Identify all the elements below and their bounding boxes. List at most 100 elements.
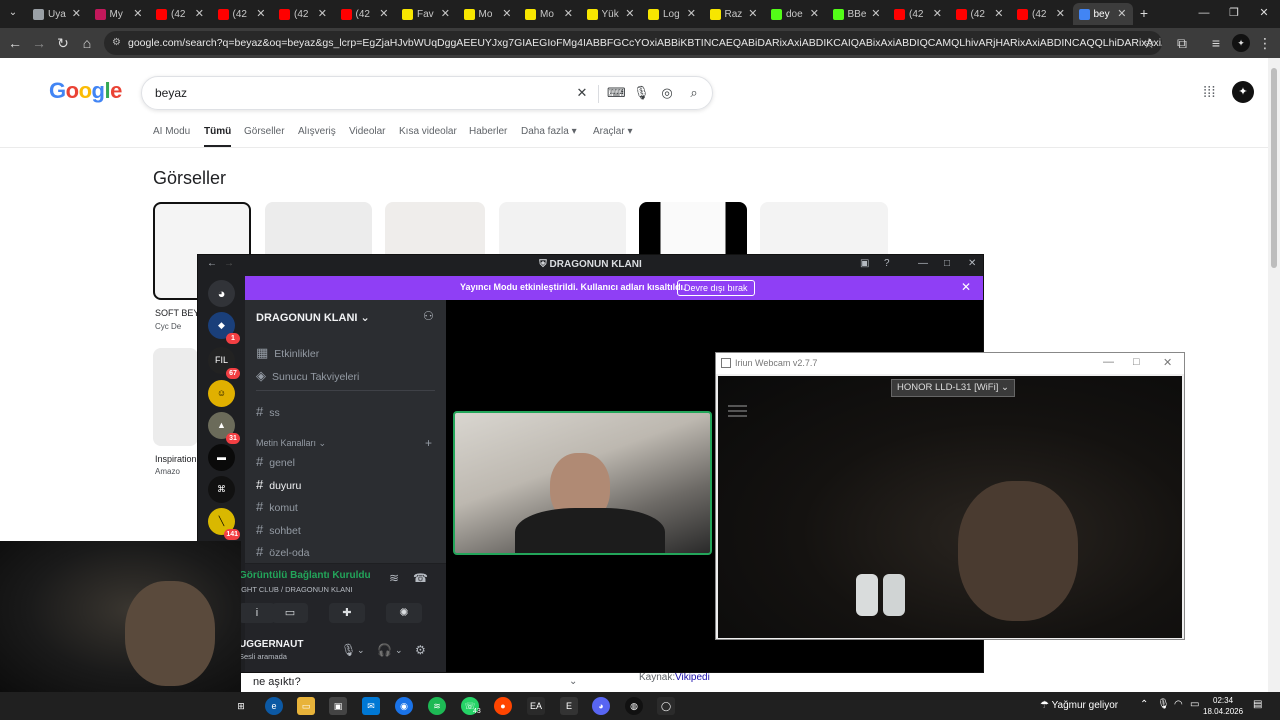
chevron-down-icon[interactable]: ⌄	[395, 645, 403, 656]
chrome-icon[interactable]: ◉	[395, 697, 413, 715]
menu-item-boosts[interactable]: ◈ Sunucu Takviyeleri	[256, 368, 359, 384]
browser-tab[interactable]: (42 ✕	[212, 3, 272, 25]
battery-icon[interactable]: ▭	[1190, 699, 1199, 710]
browser-tab[interactable]: (42 ✕	[273, 3, 333, 25]
headphones-icon[interactable]: 🎧	[377, 643, 392, 657]
tab-close-icon[interactable]: ✕	[810, 7, 819, 20]
settings-gear-icon[interactable]: ⚙	[415, 643, 426, 657]
tab-close-icon[interactable]: ✕	[871, 7, 880, 20]
tab-close-icon[interactable]: ✕	[441, 7, 450, 20]
menu-item-events[interactable]: ▦ Etkinlikler	[256, 345, 319, 361]
app-icon[interactable]: ◯	[657, 697, 675, 715]
microphone-icon[interactable]: 🎙	[341, 643, 356, 657]
chevron-down-icon[interactable]: ⌄	[569, 676, 577, 687]
image-caption[interactable]: Inspiration	[155, 454, 197, 464]
tab-more[interactable]: Daha fazla ▾	[521, 126, 577, 137]
tab-close-icon[interactable]: ✕	[256, 7, 265, 20]
server-icon[interactable]: ◆ 1	[208, 312, 240, 344]
notification-icon[interactable]: ▤	[1253, 699, 1262, 710]
weather-widget[interactable]: ☂ Yağmur geliyor	[1040, 700, 1118, 711]
minimize-icon[interactable]: —	[1103, 356, 1114, 368]
browser-tab[interactable]: BBe ✕	[827, 3, 887, 25]
tab-close-icon[interactable]: ✕	[687, 7, 696, 20]
browser-tab[interactable]: Mo ✕	[458, 3, 518, 25]
chevron-down-icon[interactable]: ⌄	[357, 645, 365, 656]
edge-icon[interactable]: e	[265, 697, 283, 715]
browser-tab[interactable]: Fav ✕	[396, 3, 456, 25]
device-select[interactable]: HONOR LLD-L31 [WiFi] ⌄	[891, 379, 1015, 397]
reddit-icon[interactable]: ●	[494, 697, 512, 715]
server-icon[interactable]: ╲ 141	[208, 508, 240, 540]
tab-videos[interactable]: Videolar	[349, 126, 386, 137]
apps-grid-icon[interactable]: ⁞⁞⁞	[1203, 84, 1216, 101]
noise-suppression-icon[interactable]: ≋	[389, 571, 399, 585]
mail-icon[interactable]: ✉	[362, 697, 380, 715]
invite-icon[interactable]: ⚇	[423, 309, 434, 323]
voice-channel-path[interactable]: IGHT CLUB / DRAGONUN KLANI	[239, 585, 353, 594]
channel-item[interactable]: # sohbet	[256, 522, 301, 537]
tab-close-icon[interactable]: ✕	[379, 7, 388, 20]
close-icon[interactable]: ✕	[968, 258, 976, 269]
category-header[interactable]: Metin Kanalları ⌄	[256, 438, 326, 449]
help-icon[interactable]: ?	[884, 258, 890, 269]
browser-tab[interactable]: (42 ✕	[888, 3, 948, 25]
voice-status[interactable]: Görüntülü Bağlantı Kuruldu	[239, 570, 371, 581]
profile-avatar[interactable]: ✦	[1232, 34, 1250, 52]
camera-button[interactable]: i	[239, 603, 275, 623]
browser-tab[interactable]: My ✕	[89, 3, 149, 25]
tab-search-icon[interactable]: ⌄	[4, 4, 22, 22]
browser-tab[interactable]: Uya ✕	[27, 3, 87, 25]
back-icon[interactable]: ←	[6, 34, 24, 52]
close-icon[interactable]: ✕	[961, 280, 971, 294]
reload-icon[interactable]: ↻	[54, 34, 72, 52]
disable-streamer-mode-button[interactable]: Devre dışı bırak	[677, 280, 755, 296]
discord-home-icon[interactable]: ◕	[208, 280, 235, 307]
browser-tab[interactable]: (42 ✕	[1011, 3, 1071, 25]
clock[interactable]: 02:34 18.04.2026	[1203, 695, 1243, 717]
tab-images[interactable]: Görseller	[244, 126, 285, 137]
media-icon[interactable]: ≡	[1207, 34, 1225, 52]
search-box[interactable]: beyaz ✕ ⌨ 🎙 ◎ ⌕	[141, 76, 713, 110]
add-channel-icon[interactable]: +	[425, 436, 432, 450]
tab-close-icon[interactable]: ✕	[933, 7, 942, 20]
browser-tab[interactable]: doe ✕	[765, 3, 825, 25]
tab-close-icon[interactable]: ✕	[72, 7, 81, 20]
channel-item[interactable]: # duyuru	[256, 477, 301, 492]
tab-close-icon[interactable]: ✕	[1056, 7, 1065, 20]
browser-tab[interactable]: bey ✕	[1072, 3, 1133, 25]
home-icon[interactable]: ⌂	[78, 34, 96, 52]
channel-item[interactable]: # özel-oda	[256, 544, 310, 559]
url-bar[interactable]: ⚙ google.com/search?q=beyaz&oq=beyaz&gs_…	[104, 31, 1162, 55]
tab-short-videos[interactable]: Kısa videolar	[399, 126, 457, 137]
minimize-icon[interactable]: —	[918, 258, 928, 269]
extensions-icon[interactable]: ⧉	[1173, 34, 1191, 52]
soundboard-button[interactable]: ✺	[386, 603, 422, 623]
tab-close-icon[interactable]: ✕	[133, 7, 142, 20]
tab-close-icon[interactable]: ✕	[318, 7, 327, 20]
tab-ai-mode[interactable]: AI Modu	[153, 126, 190, 137]
tab-close-icon[interactable]: ✕	[564, 7, 573, 20]
disconnect-icon[interactable]: ☎	[413, 571, 428, 585]
whatsapp-icon[interactable]: ☏ 43	[461, 697, 481, 715]
minimize-icon[interactable]: —	[1195, 4, 1213, 22]
keyboard-icon[interactable]: ⌨	[607, 85, 626, 101]
menu-icon[interactable]: ⋮	[1256, 34, 1274, 52]
forward-icon[interactable]: →	[30, 34, 48, 52]
server-icon[interactable]: ▬	[208, 444, 235, 471]
source-link[interactable]: Vikipedi	[675, 672, 710, 683]
maximize-icon[interactable]: □	[944, 258, 950, 269]
discord-icon[interactable]: ◕	[592, 697, 610, 715]
search-icon[interactable]: ⌕	[686, 85, 702, 101]
microphone-icon[interactable]: 🎙	[1157, 699, 1170, 710]
tab-close-icon[interactable]: ✕	[195, 7, 204, 20]
tab-shopping[interactable]: Alışveriş	[298, 126, 336, 137]
tab-tools[interactable]: Araçlar ▾	[593, 126, 633, 137]
microphone-icon[interactable]: 🎙	[633, 85, 650, 101]
guild-name[interactable]: DRAGONUN KLANI ⌄	[256, 311, 370, 324]
ea-icon[interactable]: EA	[527, 697, 545, 715]
spotify-icon[interactable]: ≋	[428, 697, 446, 715]
tab-close-icon[interactable]: ✕	[748, 7, 757, 20]
video-tile[interactable]	[453, 411, 712, 555]
channel-item[interactable]: # ss	[256, 404, 280, 419]
tab-news[interactable]: Haberler	[469, 126, 507, 137]
